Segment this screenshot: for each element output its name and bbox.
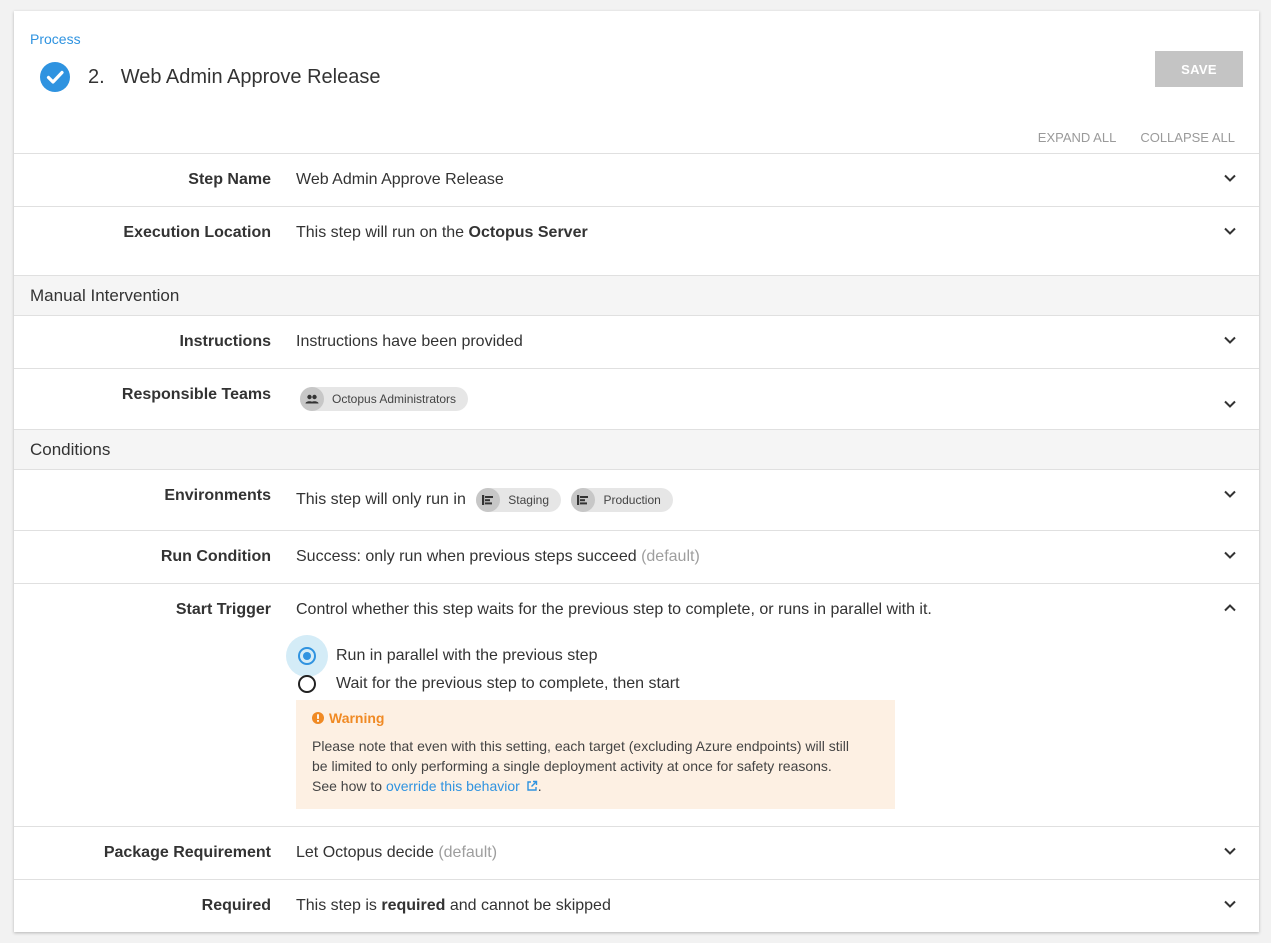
chevron-up-icon[interactable]: [1223, 601, 1237, 615]
run-condition-label: Run Condition: [160, 548, 271, 565]
warning-line: See how to override this behavior .: [312, 776, 879, 796]
responsible-teams-value: Octopus Administrators: [300, 387, 469, 411]
chevron-down-icon[interactable]: [1223, 548, 1237, 562]
environment-chip-label: Staging: [508, 493, 549, 507]
step-name-label: Step Name: [188, 171, 271, 188]
radio-option-parallel[interactable]: Run in parallel with the previous step: [286, 635, 597, 677]
environment-chip-staging: Staging: [476, 488, 561, 512]
instructions-value: Instructions have been provided: [296, 333, 523, 350]
required-label: Required: [201, 897, 271, 914]
external-link-icon[interactable]: [526, 780, 538, 792]
chevron-down-icon[interactable]: [1223, 844, 1237, 858]
required-bold: required: [381, 897, 446, 914]
section-manual-intervention: Manual Intervention: [14, 275, 1259, 315]
chevron-down-icon[interactable]: [1223, 397, 1237, 411]
run-condition-value: Success: only run when previous steps su…: [296, 548, 700, 566]
row-run-condition[interactable]: Run Condition Success: only run when pre…: [14, 530, 1259, 583]
step-editor-card: Process 2. Web Admin Approve Release SAV…: [14, 11, 1259, 932]
expand-all-link[interactable]: EXPAND ALL: [1038, 130, 1117, 145]
warning-line: Please note that even with this setting,…: [312, 738, 849, 754]
chevron-down-icon[interactable]: [1223, 897, 1237, 911]
row-instructions[interactable]: Instructions Instructions have been prov…: [14, 315, 1259, 368]
warning-line: be limited to only performing a single d…: [312, 758, 832, 774]
expand-collapse-links: EXPAND ALL COLLAPSE ALL: [1038, 130, 1235, 145]
default-tag: (default): [641, 548, 700, 565]
responsible-teams-label: Responsible Teams: [121, 386, 271, 403]
environment-icon: [571, 488, 596, 512]
section-title: Manual Intervention: [30, 286, 180, 305]
environments-text: This step will only run in: [296, 491, 466, 509]
alert-icon: [312, 712, 324, 724]
collapse-all-link[interactable]: COLLAPSE ALL: [1140, 130, 1235, 145]
environment-chip-label: Production: [603, 493, 661, 507]
execution-location-text: This step will run on the: [296, 224, 469, 241]
package-requirement-value: Let Octopus decide (default): [296, 844, 497, 862]
required-text: and cannot be skipped: [445, 897, 611, 914]
team-chip-label: Octopus Administrators: [332, 392, 457, 406]
warning-text: See how to: [312, 778, 386, 794]
warning-title: Warning: [312, 710, 879, 726]
execution-location-label: Execution Location: [123, 224, 271, 241]
step-name-value: Web Admin Approve Release: [296, 171, 504, 188]
radio-parallel-label[interactable]: Run in parallel with the previous step: [336, 647, 597, 665]
radio-wait-wrap[interactable]: [296, 673, 318, 695]
default-tag: (default): [438, 844, 498, 861]
row-step-name[interactable]: Step Name Web Admin Approve Release: [14, 153, 1259, 206]
chevron-down-icon[interactable]: [1223, 224, 1237, 238]
breadcrumb-process[interactable]: Process: [30, 31, 81, 47]
check-circle-icon: [40, 62, 70, 92]
step-title: Web Admin Approve Release: [120, 65, 381, 88]
section-title: Conditions: [30, 440, 111, 459]
environment-icon: [476, 488, 501, 512]
execution-location-server: Octopus Server: [468, 224, 588, 241]
package-requirement-text: Let Octopus decide: [296, 844, 434, 861]
row-required[interactable]: Required This step is required and canno…: [14, 879, 1259, 932]
run-condition-text: Success: only run when previous steps su…: [296, 548, 637, 565]
warning-body: Please note that even with this setting,…: [312, 736, 879, 796]
required-value: This step is required and cannot be skip…: [296, 897, 611, 915]
instructions-label: Instructions: [179, 333, 271, 350]
row-responsible-teams[interactable]: Responsible Teams Octopus Administrators: [14, 368, 1259, 429]
radio-wait-label[interactable]: Wait for the previous step to complete, …: [336, 675, 680, 693]
start-trigger-label: Start Trigger: [175, 601, 271, 618]
team-icon: [300, 387, 324, 411]
radio-option-wait[interactable]: Wait for the previous step to complete, …: [296, 673, 680, 695]
package-requirement-label: Package Requirement: [103, 844, 271, 861]
save-button[interactable]: SAVE: [1155, 51, 1243, 87]
start-trigger-description: Control whether this step waits for the …: [296, 601, 932, 618]
required-text: This step is: [296, 897, 382, 914]
environments-value: This step will only run in Staging Produ…: [296, 488, 673, 512]
radio-wait[interactable]: [298, 675, 316, 693]
row-environments[interactable]: Environments This step will only run in …: [14, 469, 1259, 530]
warning-text: .: [537, 778, 542, 794]
environment-chip-production: Production: [571, 488, 673, 512]
step-number: 2.: [88, 65, 105, 88]
chevron-down-icon[interactable]: [1223, 171, 1237, 185]
radio-parallel-wrap[interactable]: [286, 635, 328, 677]
row-execution-location[interactable]: Execution Location This step will run on…: [14, 206, 1259, 275]
section-conditions: Conditions: [14, 429, 1259, 469]
execution-location-value: This step will run on the Octopus Server: [296, 224, 588, 242]
team-chip: Octopus Administrators: [300, 387, 469, 411]
warning-title-text: Warning: [329, 710, 385, 726]
chevron-down-icon[interactable]: [1223, 487, 1237, 501]
row-package-requirement[interactable]: Package Requirement Let Octopus decide (…: [14, 826, 1259, 879]
link-text[interactable]: override this behavior: [386, 778, 520, 794]
page-title: 2. Web Admin Approve Release: [40, 62, 380, 92]
environments-label: Environments: [164, 487, 271, 504]
chevron-down-icon[interactable]: [1223, 333, 1237, 347]
override-behavior-link[interactable]: override this behavior: [386, 778, 538, 794]
radio-parallel[interactable]: [298, 647, 316, 665]
warning-callout: Warning Please note that even with this …: [296, 700, 895, 809]
